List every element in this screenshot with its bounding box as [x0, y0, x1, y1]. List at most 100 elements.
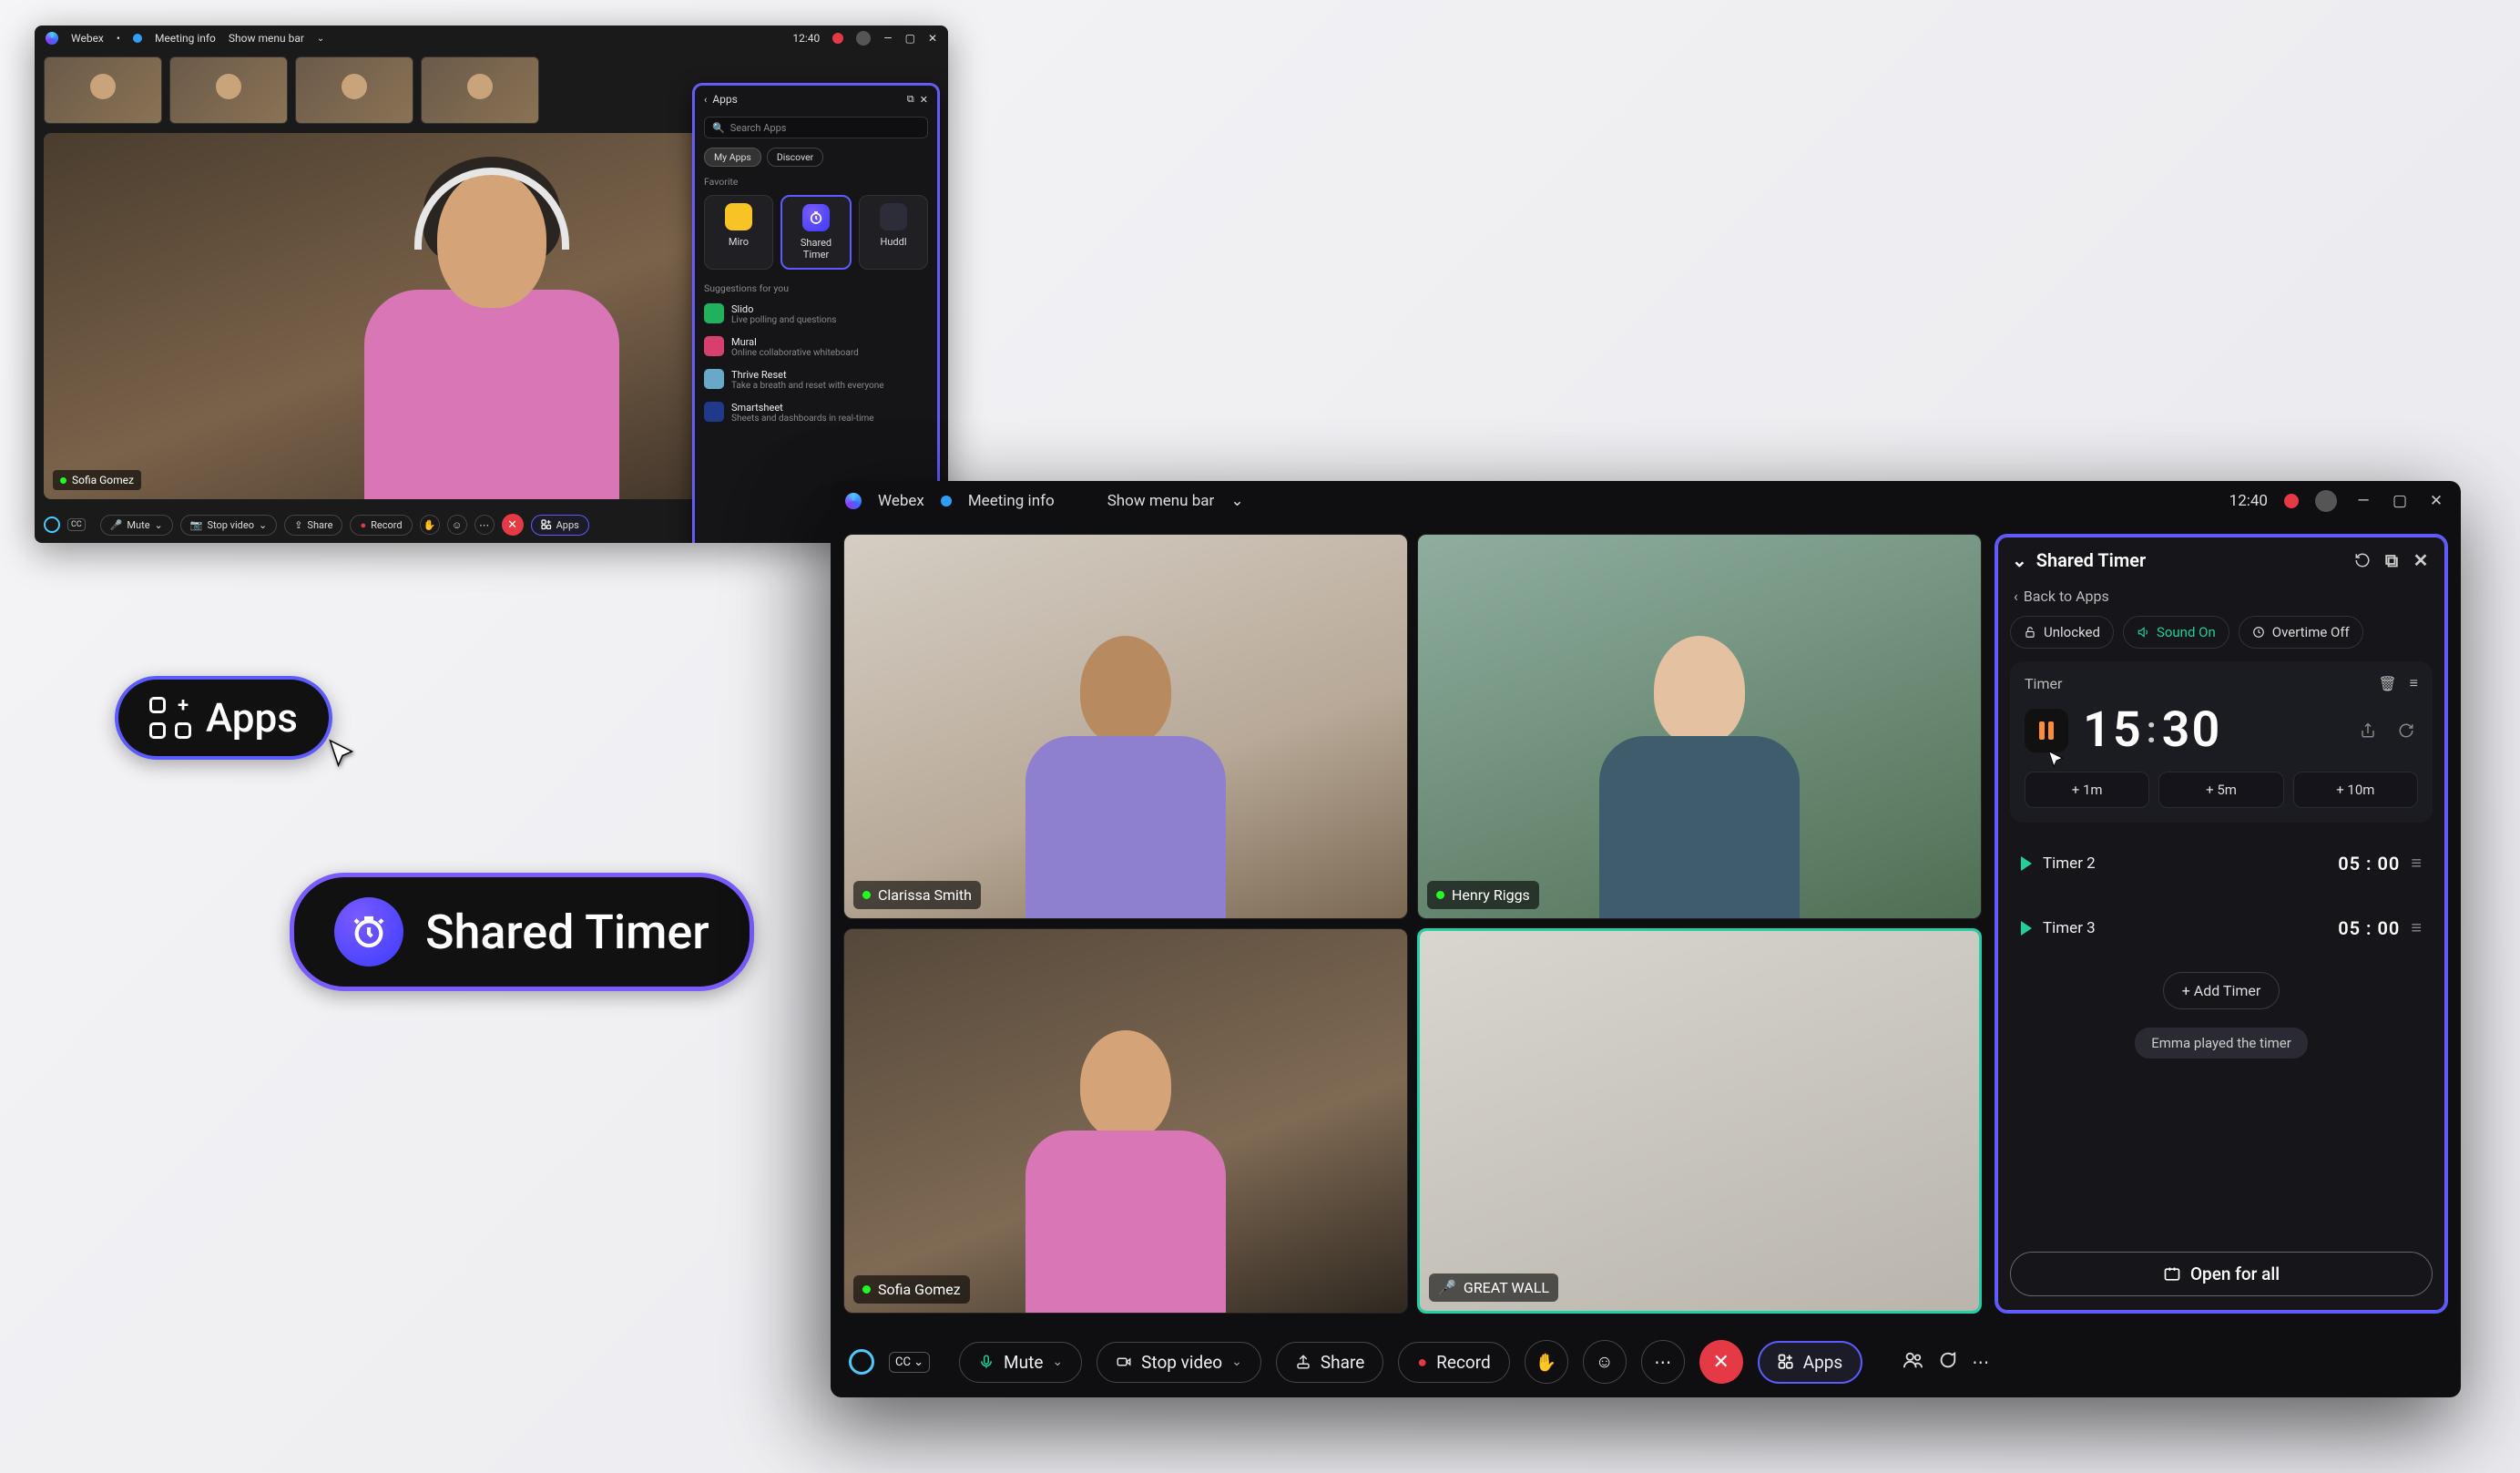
- timer-row[interactable]: Timer 2 05 : 00 ≡: [2010, 839, 2433, 887]
- mute-button[interactable]: Mute⌄: [959, 1342, 1082, 1383]
- chevron-down-icon[interactable]: ⌄: [317, 34, 324, 44]
- chat-icon[interactable]: [1937, 1350, 1957, 1375]
- refresh-icon[interactable]: [2352, 550, 2372, 570]
- video-tile[interactable]: Clarissa Smith: [843, 534, 1408, 919]
- menu-icon[interactable]: ≡: [2411, 852, 2422, 875]
- stop-video-button[interactable]: Stop video⌄: [1097, 1342, 1261, 1383]
- raise-hand-icon[interactable]: ✋: [420, 515, 440, 535]
- share-icon[interactable]: [2356, 719, 2380, 742]
- search-input[interactable]: 🔍 Search Apps: [704, 117, 928, 138]
- sugg-name: Smartsheet: [731, 402, 874, 414]
- chevron-down-icon[interactable]: ⌄: [1052, 1355, 1063, 1369]
- toggle-overtime[interactable]: Overtime Off: [2239, 616, 2363, 649]
- participant-thumb[interactable]: [421, 56, 539, 124]
- meeting-info-link[interactable]: Meeting info: [155, 32, 216, 45]
- chevron-down-icon[interactable]: ⌄: [155, 519, 163, 531]
- window-minimize[interactable]: —: [883, 32, 892, 45]
- favorite-app-miro[interactable]: Miro: [704, 195, 773, 270]
- record-button[interactable]: ●Record: [350, 515, 412, 536]
- window-close[interactable]: ✕: [2426, 491, 2446, 511]
- chevron-down-icon[interactable]: ⌄: [1231, 1355, 1242, 1369]
- chevron-down-icon[interactable]: ⌄: [259, 519, 267, 531]
- app-name: Webex: [71, 32, 104, 45]
- close-icon[interactable]: ✕: [920, 94, 928, 106]
- pause-button[interactable]: [2025, 709, 2068, 752]
- tab-my-apps[interactable]: My Apps: [704, 148, 761, 167]
- play-icon[interactable]: [2021, 921, 2032, 936]
- add-10m-button[interactable]: + 10m: [2293, 772, 2418, 808]
- reset-icon[interactable]: [2394, 719, 2418, 742]
- cc-icon[interactable]: CC: [67, 518, 86, 531]
- open-for-all-button[interactable]: Open for all: [2010, 1252, 2433, 1296]
- suggestion-slido[interactable]: SlidoLive polling and questions: [695, 298, 937, 331]
- more-button[interactable]: ⋯: [1641, 1340, 1685, 1384]
- reactions-icon[interactable]: ☺: [447, 515, 467, 535]
- popout-icon[interactable]: ⧉: [2382, 550, 2402, 570]
- favorite-app-shared-timer[interactable]: Shared Timer: [780, 195, 852, 270]
- favorite-app-huddl[interactable]: Huddl: [859, 195, 928, 270]
- video-tile[interactable]: Sofia Gomez: [843, 928, 1408, 1314]
- avatar-icon[interactable]: [2315, 490, 2337, 512]
- panel-title: Shared Timer: [2036, 549, 2146, 571]
- toggle-sound[interactable]: Sound On: [2123, 616, 2229, 649]
- stop-video-button[interactable]: 📷Stop video⌄: [180, 515, 277, 536]
- menu-icon[interactable]: ≡: [2411, 916, 2422, 939]
- mute-button[interactable]: 🎤Mute⌄: [100, 515, 173, 536]
- window-maximize[interactable]: ▢: [2390, 491, 2410, 511]
- participant-name: GREAT WALL: [1464, 1279, 1549, 1296]
- raise-hand-button[interactable]: ✋: [1525, 1340, 1568, 1384]
- suggestion-smartsheet[interactable]: SmartsheetSheets and dashboards in real-…: [695, 396, 937, 429]
- chevron-down-icon[interactable]: ⌄: [1230, 492, 1243, 510]
- suggestion-thrive-reset[interactable]: Thrive ResetTake a breath and reset with…: [695, 363, 937, 396]
- add-5m-button[interactable]: + 5m: [2158, 772, 2283, 808]
- participant-thumb[interactable]: [169, 56, 288, 124]
- leave-button[interactable]: ✕: [502, 514, 524, 536]
- show-menu-bar[interactable]: Show menu bar: [229, 32, 304, 45]
- back-to-apps[interactable]: ‹ Back to Apps: [1997, 584, 2445, 616]
- more-options-icon[interactable]: ⋯: [1972, 1352, 1989, 1373]
- video-tile[interactable]: Henry Riggs: [1417, 534, 1982, 919]
- record-button[interactable]: ● Record: [1398, 1342, 1509, 1383]
- tab-discover[interactable]: Discover: [767, 148, 823, 167]
- add-timer-button[interactable]: + Add Timer: [2163, 972, 2280, 1009]
- add-1m-button[interactable]: + 1m: [2025, 772, 2149, 808]
- leave-button[interactable]: ✕: [1699, 1340, 1743, 1384]
- close-icon[interactable]: ✕: [2411, 550, 2431, 570]
- window-close[interactable]: ✕: [928, 32, 937, 45]
- participants-icon[interactable]: [1903, 1350, 1923, 1375]
- cc-icon[interactable]: CC ⌄: [889, 1352, 930, 1373]
- reactions-button[interactable]: ☺: [1583, 1340, 1627, 1384]
- video-tile-active[interactable]: 🎤GREAT WALL: [1417, 928, 1982, 1314]
- assistant-icon[interactable]: [849, 1349, 874, 1375]
- more-icon[interactable]: ⋯: [474, 515, 495, 535]
- avatar-icon[interactable]: [856, 31, 871, 46]
- participant-thumb[interactable]: [295, 56, 413, 124]
- sugg-desc: Live polling and questions: [731, 315, 836, 325]
- share-button[interactable]: Share: [1276, 1342, 1383, 1383]
- suggestion-mural[interactable]: MuralOnline collaborative whiteboard: [695, 331, 937, 363]
- popout-icon[interactable]: ⧉: [907, 93, 914, 106]
- timer-row[interactable]: Timer 3 05 : 00 ≡: [2010, 904, 2433, 952]
- apps-button[interactable]: Apps: [531, 515, 589, 536]
- play-icon[interactable]: [2021, 856, 2032, 871]
- apps-button[interactable]: Apps: [1758, 1341, 1863, 1384]
- participant-thumb[interactable]: [44, 56, 162, 124]
- chevron-down-icon[interactable]: ⌄: [2012, 549, 2027, 571]
- chevron-left-icon: ‹: [2014, 588, 2018, 605]
- meeting-info-link[interactable]: Meeting info: [968, 492, 1055, 510]
- record-indicator-icon: [2284, 494, 2299, 508]
- window-minimize[interactable]: —: [2353, 491, 2373, 511]
- chevron-left-icon[interactable]: ‹: [704, 94, 707, 106]
- callout-apps-button[interactable]: + Apps: [115, 676, 332, 760]
- callout-shared-timer[interactable]: Shared Timer: [290, 873, 754, 991]
- callout-timer-label: Shared Timer: [425, 905, 709, 960]
- timer-display: 15 : 30: [2083, 701, 2221, 759]
- share-button[interactable]: ⇪Share: [284, 515, 342, 536]
- assistant-icon[interactable]: [44, 517, 60, 533]
- window-maximize[interactable]: ▢: [905, 32, 915, 45]
- delete-icon[interactable]: 🗑: [2378, 675, 2396, 692]
- menu-icon[interactable]: ≡: [2410, 674, 2418, 692]
- sugg-desc: Take a breath and reset with everyone: [731, 381, 884, 391]
- show-menu-bar[interactable]: Show menu bar: [1107, 492, 1215, 510]
- toggle-unlocked[interactable]: Unlocked: [2010, 616, 2114, 649]
